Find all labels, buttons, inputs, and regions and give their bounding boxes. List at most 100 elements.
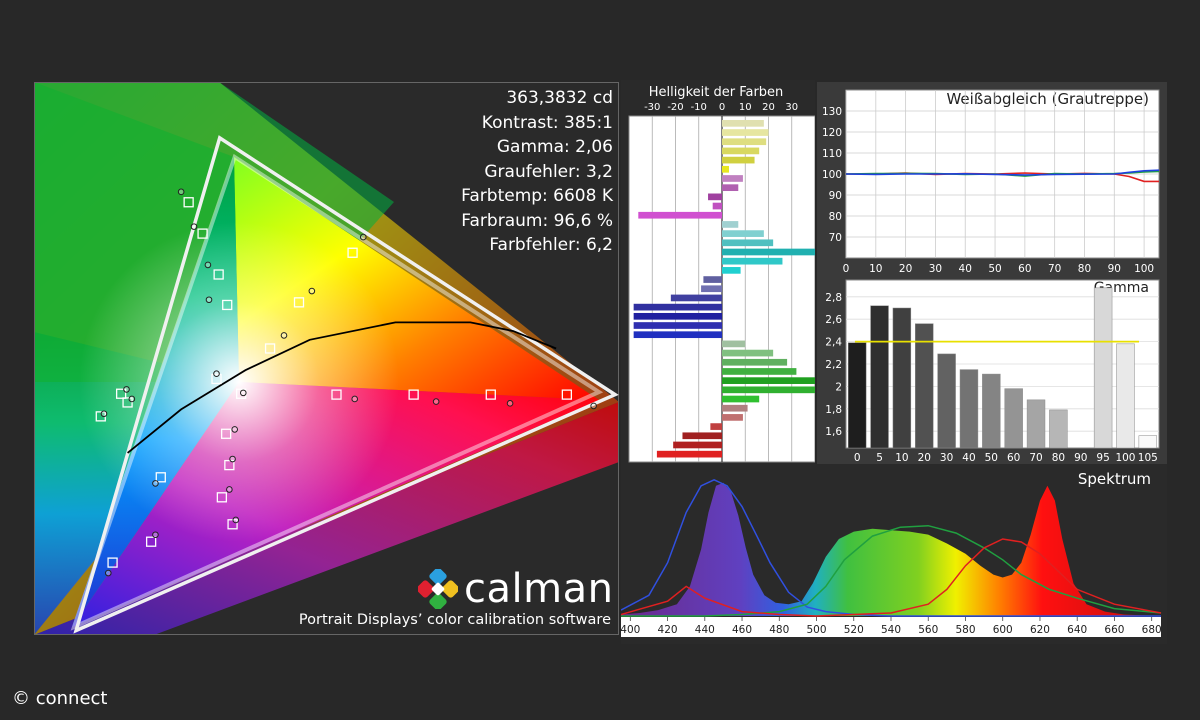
gamma-x-tick-label: 20	[918, 452, 931, 464]
brightness-bar	[722, 377, 815, 384]
brightness-bar	[722, 386, 815, 394]
gamma-bar	[847, 342, 867, 449]
brightness-bar	[722, 184, 739, 192]
gamma-y-tick-label: 2,8	[825, 292, 842, 304]
white-balance-title: Weißabgleich (Grautreppe)	[946, 90, 1149, 108]
brightness-bar	[633, 322, 722, 329]
spectrum-tick-label: 680	[1142, 624, 1162, 636]
brightness-bar	[722, 221, 739, 228]
color-space-value: Farbraum: 96,6 %	[461, 210, 613, 231]
brightness-bar	[722, 230, 764, 237]
gamma-bar	[937, 353, 956, 449]
spectrum-tick-label: 500	[806, 624, 826, 636]
wb-y-tick-label: 120	[822, 127, 842, 139]
spectrum-tick-label: 600	[993, 624, 1013, 636]
measured-point-marker	[239, 389, 247, 397]
gamma-chart: Gamma 1,61,822,22,42,62,80 5 10 20 30 40 50 60 7…	[817, 278, 1167, 464]
brightness-bar	[722, 358, 788, 366]
wb-x-tick-label: 0	[843, 263, 850, 275]
wb-x-tick-label: 60	[1018, 263, 1031, 275]
gamma-bar	[870, 305, 889, 449]
wb-y-tick-label: 130	[822, 106, 842, 118]
gamma-x-tick-label: 60	[1007, 452, 1020, 464]
wb-y-tick-label: 110	[822, 148, 842, 160]
contrast-value: Kontrast: 385:1	[481, 112, 613, 133]
gamma-x-tick-label: 70	[1029, 452, 1042, 464]
measured-point-marker	[205, 296, 213, 304]
gamma-bar	[959, 369, 979, 449]
gamma-bar	[1093, 287, 1113, 449]
spectrum-tick-label: 640	[1067, 624, 1087, 636]
calman-logo-icon	[418, 569, 458, 609]
measured-point-marker	[229, 455, 236, 463]
gray-error-value: Graufehler: 3,2	[484, 161, 613, 182]
measured-point-marker	[232, 516, 240, 524]
brightness-bar	[722, 267, 741, 274]
brightness-bar	[710, 423, 722, 430]
gamma-x-tick-label: 90	[1074, 452, 1087, 464]
spectrum-tick-label: 580	[955, 624, 975, 636]
gamma-x-tick-label: 10	[895, 452, 908, 464]
brightness-bar	[722, 147, 760, 155]
measured-point-marker	[100, 410, 108, 418]
brightness-bar	[722, 248, 815, 256]
brightness-tick-label: -20	[667, 102, 683, 113]
gamma-x-tick-label: 95	[1096, 452, 1109, 464]
wb-x-tick-label: 80	[1078, 263, 1091, 275]
measured-point-marker	[351, 395, 359, 403]
gamma-y-tick-label: 2,2	[825, 359, 842, 371]
spectrum-tick-label: 420	[658, 624, 678, 636]
gamma-x-tick-label: 50	[985, 452, 998, 464]
wb-y-tick-label: 80	[829, 211, 842, 223]
wb-y-tick-label: 70	[829, 232, 842, 244]
wb-x-tick-label: 20	[899, 263, 912, 275]
gamma-y-tick-label: 2,4	[825, 337, 842, 349]
measured-point-marker	[152, 480, 159, 487]
brightness-bar	[722, 404, 748, 412]
brightness-bar	[656, 450, 722, 458]
spectrum-chart: Spektrum 400 420 440 460 480 500 520 540 560 580 6…	[621, 464, 1167, 644]
gamma-x-tick-label: 40	[962, 452, 975, 464]
gamma-bar	[1026, 399, 1046, 449]
brightness-bar	[722, 414, 743, 421]
measured-point-marker	[231, 426, 239, 433]
brightness-tick-label: 10	[739, 102, 752, 113]
wb-y-tick-label: 100	[822, 169, 842, 181]
measured-point-marker	[506, 400, 514, 407]
wb-x-tick-label: 70	[1048, 263, 1061, 275]
wb-y-tick-label: 90	[829, 190, 842, 202]
white-balance-chart: Weißabgleich (Grautreppe) 70809010011012…	[817, 82, 1167, 278]
brightness-bar	[708, 193, 722, 201]
color-brightness-chart: Helligkeit der Farben -30 -20 -10 0 10 20 30	[621, 80, 815, 464]
gamma-x-tick-label: 0	[854, 452, 861, 464]
luminance-value: 363,3832 cd	[506, 88, 613, 108]
spectrum-tick-label: 440	[695, 624, 715, 636]
spectrum-tick-label: 480	[769, 624, 789, 636]
brightness-tick-label: -10	[691, 102, 707, 113]
gamma-x-tick-label: 100	[1115, 452, 1135, 464]
brightness-bar	[722, 349, 774, 357]
brightness-bar	[682, 432, 722, 440]
spectrum-tick-label: 520	[844, 624, 864, 636]
cie-diagram-panel: 363,3832 cd Kontrast: 385:1 Gamma: 2,06 …	[34, 82, 619, 635]
gamma-bar	[1138, 435, 1158, 449]
spectrum-tick-label: 660	[1104, 624, 1124, 636]
brightness-bar	[703, 276, 722, 283]
calman-logo: calman	[418, 566, 613, 612]
brightness-bar	[722, 156, 755, 164]
gamma-bar	[982, 373, 1001, 449]
brightness-bar	[633, 331, 722, 339]
wb-x-tick-label: 50	[988, 263, 1001, 275]
brightness-bar	[722, 368, 797, 375]
wb-x-tick-label: 40	[959, 263, 972, 275]
measured-point-marker	[280, 332, 288, 339]
gamma-x-tick-label: 5	[876, 452, 883, 464]
calman-wordmark: calman	[464, 566, 614, 612]
wb-x-tick-label: 10	[869, 263, 882, 275]
spectrum-tick-label: 460	[732, 624, 752, 636]
brightness-bar	[712, 202, 722, 210]
gamma-bar	[1116, 343, 1135, 449]
brightness-bar	[633, 303, 722, 311]
measured-point-marker	[308, 287, 316, 295]
wb-x-tick-label: 90	[1108, 263, 1121, 275]
